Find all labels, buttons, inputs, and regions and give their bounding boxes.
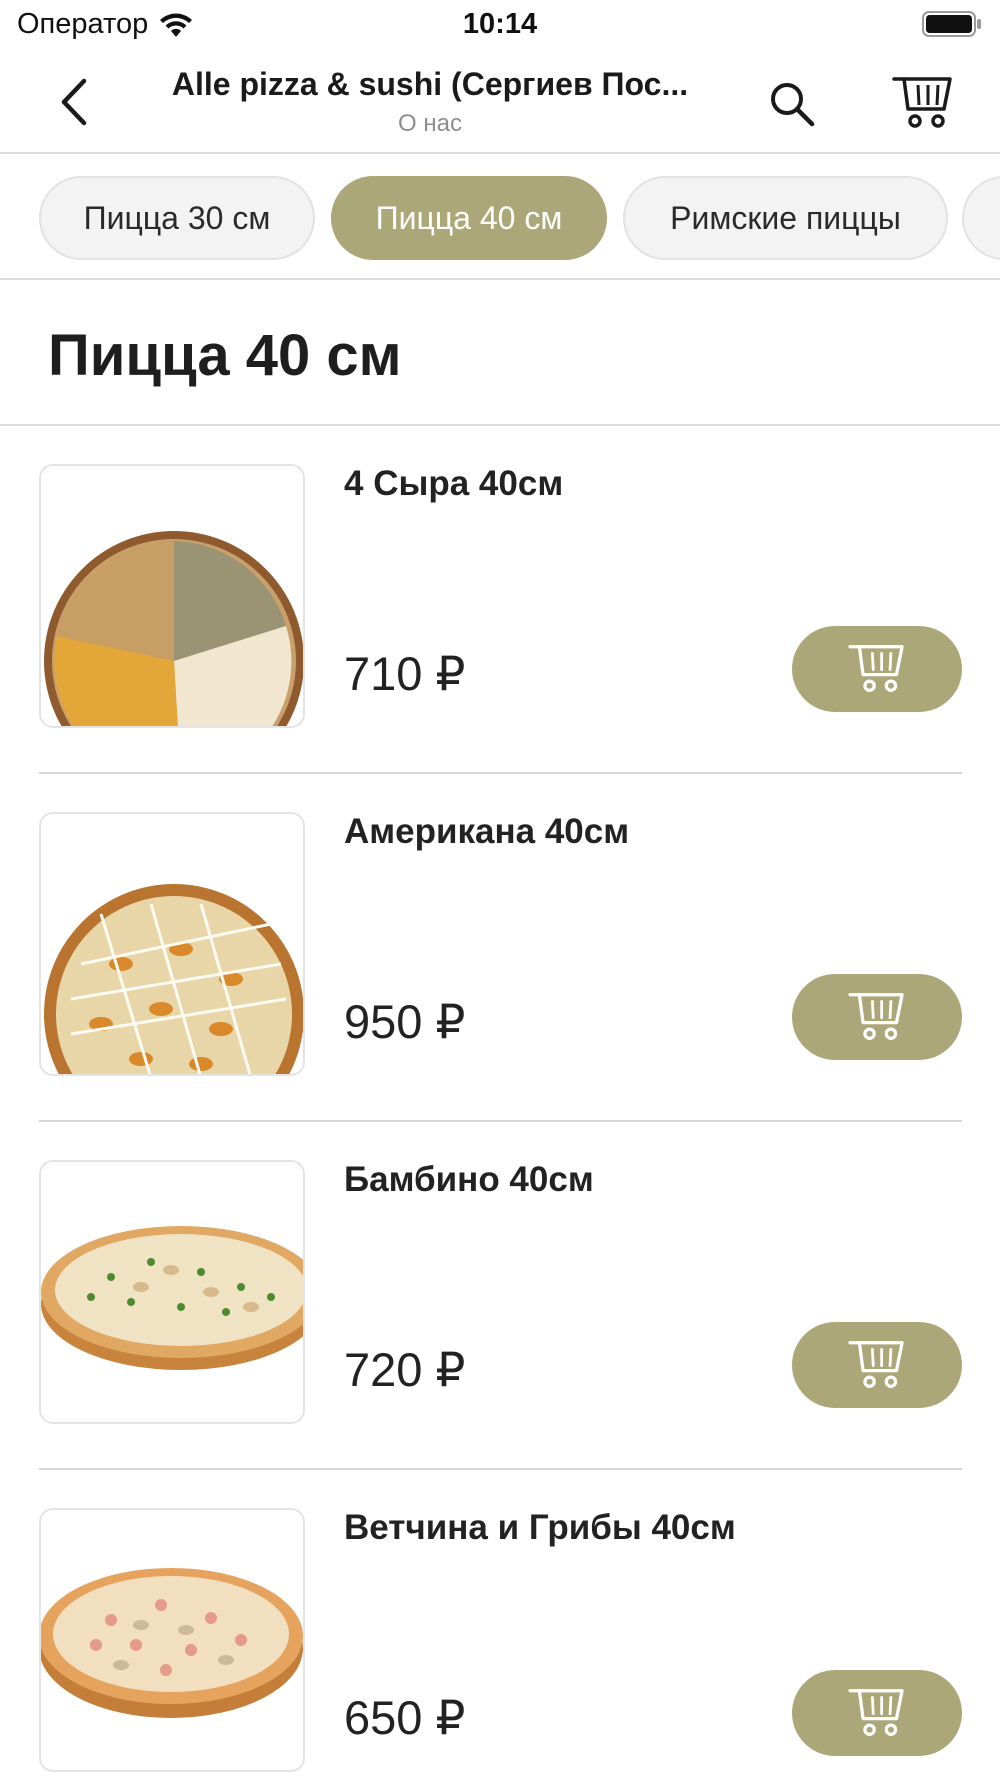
- product-item[interactable]: 4 Сыра 40см 710 ₽: [0, 426, 1000, 774]
- cart-icon: [848, 645, 904, 692]
- pizza-image: [41, 1568, 303, 1718]
- product-price: 710 ₽: [344, 647, 466, 700]
- battery-icon: [922, 11, 981, 37]
- product-name: Ветчина и Грибы 40см: [344, 1508, 736, 1547]
- product-name: 4 Сыра 40см: [344, 464, 564, 503]
- category-chip-roman-pizza[interactable]: Римские пиццы: [623, 176, 948, 260]
- product-item[interactable]: Ветчина и Грибы 40см 650 ₽: [0, 1470, 1000, 1778]
- product-price: 720 ₽: [344, 1343, 466, 1396]
- product-image[interactable]: [39, 1160, 305, 1424]
- product-name: Бамбино 40см: [344, 1160, 594, 1199]
- back-button[interactable]: [48, 74, 100, 130]
- category-chip-next[interactable]: [962, 176, 1000, 260]
- pizza-image: [41, 1226, 303, 1370]
- cart-icon: [892, 77, 952, 128]
- section-title: Пицца 40 см: [48, 323, 402, 388]
- cart-icon: [848, 993, 904, 1040]
- product-image[interactable]: [39, 812, 305, 1076]
- chevron-left-icon: [61, 78, 87, 126]
- product-image[interactable]: [39, 464, 305, 728]
- category-tabs: Пицца 30 см Пицца 40 см Римские пиццы: [0, 156, 1000, 280]
- category-chip-pizza-30[interactable]: Пицца 30 см: [39, 176, 315, 260]
- search-button[interactable]: [762, 74, 822, 134]
- add-to-cart-button[interactable]: [792, 974, 962, 1060]
- status-bar: Оператор 10:14: [0, 0, 1000, 52]
- pizza-image: [44, 884, 303, 1074]
- add-to-cart-button[interactable]: [792, 626, 962, 712]
- product-price: 950 ₽: [344, 995, 466, 1048]
- product-item[interactable]: Бамбино 40см 720 ₽: [0, 1122, 1000, 1470]
- product-item[interactable]: Американа 40см 950 ₽: [0, 774, 1000, 1122]
- pizza-image: [44, 531, 303, 726]
- product-image[interactable]: [39, 1508, 305, 1772]
- about-link[interactable]: О нас: [140, 110, 720, 138]
- cart-button[interactable]: [888, 72, 958, 134]
- add-to-cart-button[interactable]: [792, 1670, 962, 1756]
- search-icon: [771, 83, 815, 127]
- add-to-cart-button[interactable]: [792, 1322, 962, 1408]
- category-chip-pizza-40[interactable]: Пицца 40 см: [331, 176, 607, 260]
- cart-icon: [848, 1689, 904, 1736]
- product-name: Американа 40см: [344, 812, 630, 851]
- page-title: Alle pizza & sushi (Сергиев Пос...: [171, 66, 689, 102]
- status-time: 10:14: [462, 8, 538, 40]
- cart-icon: [848, 1341, 904, 1388]
- product-price: 650 ₽: [344, 1691, 466, 1744]
- navigation-bar: Alle pizza & sushi (Сергиев Пос... О нас: [0, 52, 1000, 154]
